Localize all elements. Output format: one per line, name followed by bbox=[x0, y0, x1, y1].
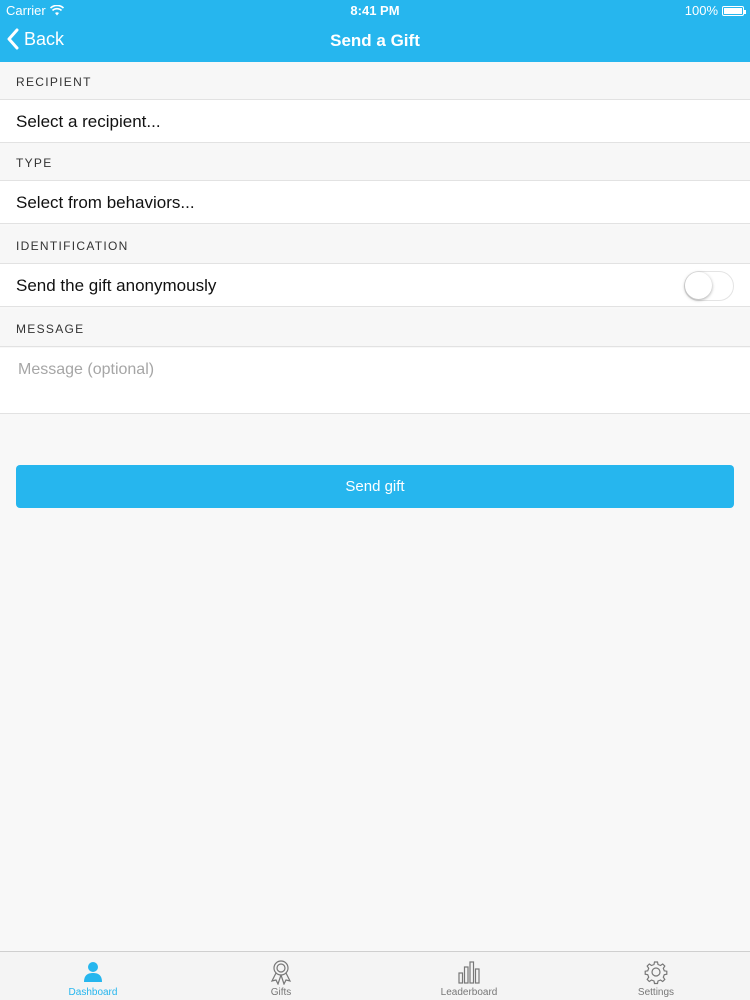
ribbon-award-icon bbox=[270, 960, 292, 985]
tab-settings-label: Settings bbox=[637, 987, 675, 998]
tab-leaderboard-label: Leaderboard bbox=[440, 987, 498, 998]
battery: 100% bbox=[684, 3, 746, 18]
anonymous-row: Send the gift anonymously bbox=[0, 264, 750, 307]
page-title: Send a Gift bbox=[330, 31, 420, 50]
anonymous-label: Send the gift anonymously bbox=[16, 276, 217, 295]
tab-gifts[interactable]: Gifts bbox=[221, 952, 341, 1000]
battery-percent: 100% bbox=[684, 3, 718, 18]
tab-dashboard[interactable]: Dashboard bbox=[33, 952, 153, 1000]
identification-section-header: IDENTIFICATION bbox=[0, 226, 750, 264]
navigation-bar: Back Send a Gift bbox=[0, 20, 750, 62]
recipient-section-header: RECIPIENT bbox=[0, 62, 750, 100]
message-input[interactable] bbox=[0, 348, 750, 413]
send-gift-button[interactable]: Send gift bbox=[16, 465, 734, 508]
tab-settings[interactable]: Settings bbox=[596, 952, 716, 1000]
battery-icon bbox=[722, 5, 746, 16]
tab-bar: Dashboard Gifts Leaderboard Settings bbox=[0, 951, 750, 1000]
top-bar: Carrier 8:41 PM 100% Back Send a Gift bbox=[0, 0, 750, 62]
type-section-header: TYPE bbox=[0, 143, 750, 181]
tab-leaderboard[interactable]: Leaderboard bbox=[409, 952, 529, 1000]
anonymous-toggle[interactable] bbox=[684, 271, 734, 301]
bar-chart-icon bbox=[458, 961, 480, 984]
message-section-header: MESSAGE bbox=[0, 309, 750, 347]
tab-dashboard-label: Dashboard bbox=[68, 987, 118, 998]
status-bar: Carrier 8:41 PM 100% bbox=[0, 0, 750, 20]
gear-icon bbox=[644, 961, 668, 985]
behavior-selector[interactable]: Select from behaviors... bbox=[0, 181, 750, 224]
message-container bbox=[0, 348, 750, 414]
person-icon bbox=[84, 962, 102, 982]
recipient-selector[interactable]: Select a recipient... bbox=[0, 100, 750, 143]
status-time: 8:41 PM bbox=[350, 3, 400, 18]
toggle-knob bbox=[685, 272, 712, 299]
tab-gifts-label: Gifts bbox=[270, 987, 292, 998]
